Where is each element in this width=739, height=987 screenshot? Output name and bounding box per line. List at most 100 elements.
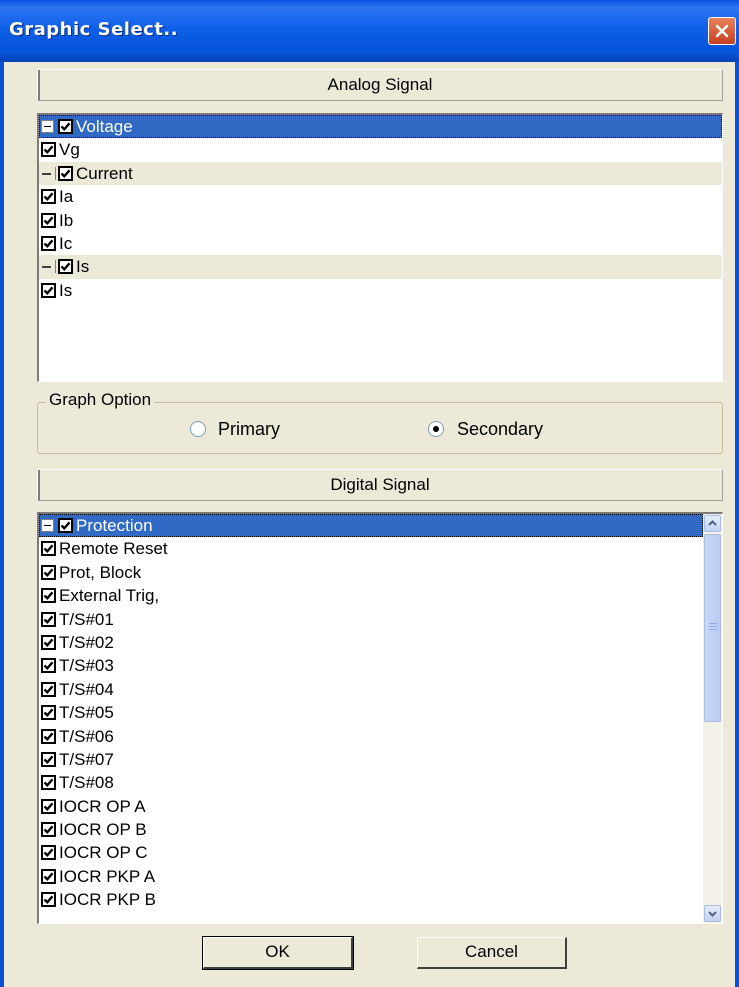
tree-item-label: T/S#05	[59, 703, 114, 723]
collapse-icon[interactable]	[41, 166, 56, 180]
tree-item-row[interactable]: Ic	[39, 232, 722, 255]
checkbox[interactable]	[41, 705, 56, 721]
analog-signal-header: Analog Signal	[37, 69, 723, 101]
tree-item-row[interactable]: IOCR OP B	[39, 818, 703, 841]
checkmark-icon	[43, 732, 54, 741]
tree-item-label: External Trig,	[59, 586, 160, 606]
digital-signal-header: Digital Signal	[37, 469, 723, 501]
scroll-thumb[interactable]	[704, 534, 721, 722]
tree-item-label: T/S#08	[59, 773, 114, 793]
cancel-button[interactable]: Cancel	[417, 937, 567, 969]
checkmark-icon	[43, 145, 54, 155]
collapse-icon[interactable]	[41, 120, 54, 133]
checkbox[interactable]	[41, 212, 56, 228]
checkmark-icon	[43, 848, 54, 858]
tree-item-label: Ia	[59, 187, 74, 207]
checkbox[interactable]	[41, 634, 56, 650]
tree-item-row[interactable]: Vg	[39, 138, 722, 161]
digital-scrollbar[interactable]	[703, 514, 722, 923]
tree-group-row[interactable]: Voltage	[39, 115, 722, 139]
window-title: Graphic Select..	[9, 19, 179, 40]
checkbox[interactable]	[41, 681, 56, 697]
checkbox[interactable]	[41, 845, 56, 861]
collapse-icon[interactable]	[41, 519, 54, 532]
checkmark-icon	[43, 591, 54, 601]
checkbox[interactable]	[41, 728, 56, 744]
scroll-down-button[interactable]	[704, 905, 721, 922]
checkbox[interactable]	[41, 564, 56, 580]
checkmark-icon	[60, 122, 71, 132]
tree-item-row[interactable]: T/S#04	[39, 678, 703, 701]
checkbox[interactable]	[41, 142, 56, 158]
tree-item-row[interactable]: T/S#03	[39, 654, 703, 677]
tree-item-label: Protection	[76, 516, 153, 535]
tree-item-row[interactable]: IOCR OP A	[39, 795, 703, 818]
checkbox[interactable]	[58, 259, 73, 275]
checkbox[interactable]	[41, 868, 56, 884]
secondary-radio-label[interactable]: Secondary	[457, 419, 543, 440]
checkbox[interactable]	[58, 518, 73, 533]
checkbox[interactable]	[41, 775, 56, 791]
checkmark-icon	[43, 239, 54, 249]
tree-item-label: T/S#03	[59, 656, 114, 676]
tree-item-label: Prot, Block	[59, 562, 142, 582]
tree-item-row[interactable]: IOCR PKP A	[39, 865, 703, 888]
tree-item-row[interactable]: T/S#07	[39, 748, 703, 771]
tree-item-row[interactable]: Prot, Block	[39, 561, 703, 584]
ok-button[interactable]: OK	[202, 936, 354, 970]
tree-item-row[interactable]: IOCR OP C	[39, 841, 703, 864]
tree-item-row[interactable]: Remote Reset	[39, 537, 703, 560]
close-button[interactable]	[708, 17, 736, 45]
tree-item-row[interactable]: T/S#05	[39, 701, 703, 724]
tree-item-row[interactable]: External Trig,	[39, 584, 703, 607]
checkbox[interactable]	[58, 165, 73, 181]
secondary-radio[interactable]	[428, 421, 444, 437]
checkmark-icon	[60, 169, 71, 178]
checkbox[interactable]	[41, 541, 56, 557]
checkbox[interactable]	[41, 588, 56, 604]
checkbox[interactable]	[41, 751, 56, 767]
scroll-up-button[interactable]	[704, 515, 721, 532]
collapse-icon[interactable]	[41, 260, 56, 274]
checkmark-icon	[43, 895, 54, 905]
checkmark-icon	[43, 755, 54, 764]
tree-group-row[interactable]: Is	[39, 255, 722, 279]
checkbox[interactable]	[41, 611, 56, 627]
tree-item-label: Ic	[59, 233, 73, 253]
tree-item-row[interactable]: T/S#01	[39, 608, 703, 631]
tree-item-label: Remote Reset	[59, 539, 168, 559]
tree-item-row[interactable]: Ib	[39, 209, 722, 232]
primary-radio-label[interactable]: Primary	[218, 419, 280, 440]
tree-item-row[interactable]: Is	[39, 279, 722, 302]
tree-item-row[interactable]: T/S#06	[39, 725, 703, 748]
checkmark-icon	[43, 286, 54, 295]
digital-signal-tree[interactable]: Protection Remote Reset Prot, Block Externa…	[37, 512, 723, 924]
checkmark-icon	[43, 568, 54, 577]
checkbox[interactable]	[41, 798, 56, 814]
checkbox[interactable]	[58, 119, 73, 134]
checkbox[interactable]	[41, 822, 56, 838]
tree-item-row[interactable]: T/S#02	[39, 631, 703, 654]
checkmark-icon	[43, 802, 54, 811]
checkbox[interactable]	[41, 235, 56, 251]
analog-signal-tree[interactable]: Voltage Vg Current Ia Ib Ic Is Is	[37, 113, 723, 382]
checkmark-icon	[43, 638, 54, 648]
tree-group-row[interactable]: Protection	[39, 514, 703, 538]
tree-item-label: Is	[59, 280, 73, 300]
tree-item-row[interactable]: T/S#08	[39, 771, 703, 794]
tree-group-row[interactable]: Current	[39, 161, 722, 186]
graph-option-group: Graph Option Primary Secondary	[37, 390, 723, 454]
checkmark-icon	[43, 615, 54, 624]
checkbox[interactable]	[41, 189, 56, 205]
title-bar[interactable]: Graphic Select..	[0, 0, 739, 62]
checkmark-icon	[43, 685, 54, 694]
checkbox[interactable]	[41, 892, 56, 908]
checkmark-icon	[43, 872, 54, 881]
window-frame-left	[0, 62, 4, 987]
tree-item-row[interactable]: Ia	[39, 185, 722, 208]
checkbox[interactable]	[41, 658, 56, 674]
checkmark-icon	[43, 825, 54, 835]
checkbox[interactable]	[41, 282, 56, 298]
tree-item-row[interactable]: IOCR PKP B	[39, 888, 703, 911]
primary-radio[interactable]	[190, 421, 206, 437]
